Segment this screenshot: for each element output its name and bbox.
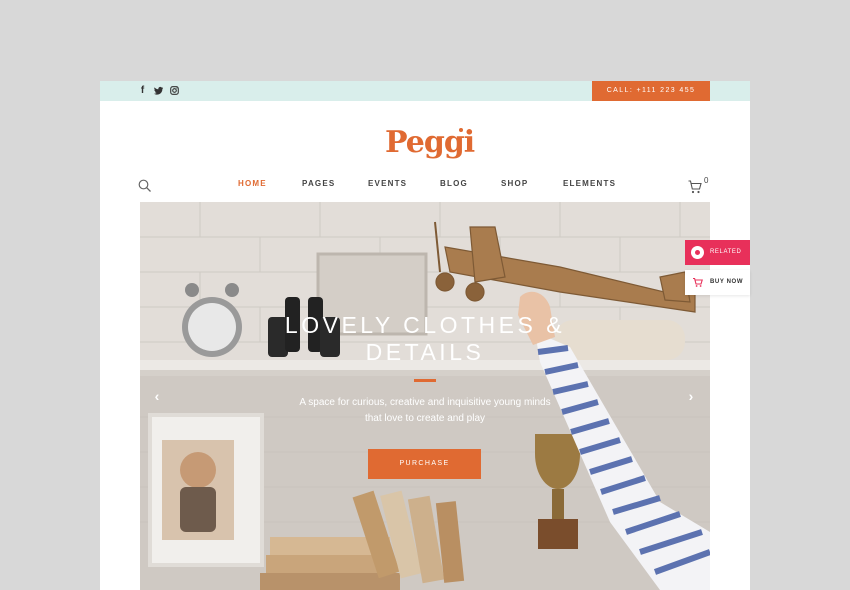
buy-now-label: BUY NOW: [710, 279, 744, 285]
related-button[interactable]: RELATED: [685, 240, 750, 265]
nav-elements[interactable]: ELEMENTS: [563, 179, 616, 188]
nav-shop[interactable]: SHOP: [501, 179, 528, 188]
cart-count: 0: [704, 176, 709, 185]
buy-now-button[interactable]: BUY NOW: [685, 270, 750, 295]
prev-slide-arrow-icon[interactable]: ‹: [152, 389, 162, 403]
top-bar: f CALL: +111 223 455: [100, 81, 750, 101]
logo[interactable]: Peggi: [385, 123, 475, 163]
nav-blog[interactable]: BLOG: [440, 179, 468, 188]
social-links: f: [138, 84, 179, 97]
nav-pages[interactable]: PAGES: [302, 179, 335, 188]
hero-slider: LOVELY CLOTHES & DETAILS A space for cur…: [140, 202, 710, 590]
cart[interactable]: 0: [688, 176, 712, 194]
hero-divider: [414, 379, 436, 382]
hero-title: LOVELY CLOTHES & DETAILS: [284, 312, 566, 365]
related-label: RELATED: [710, 249, 742, 255]
facebook-icon[interactable]: f: [138, 84, 147, 97]
related-icon: [691, 246, 704, 259]
cart-icon: [688, 180, 702, 194]
purchase-button[interactable]: PURCHASE: [368, 449, 481, 479]
next-slide-arrow-icon[interactable]: ›: [686, 389, 696, 403]
cart-icon: [693, 278, 703, 287]
nav-events[interactable]: EVENTS: [368, 179, 407, 188]
instagram-icon[interactable]: [170, 84, 179, 97]
twitter-icon[interactable]: [154, 84, 163, 97]
nav-home[interactable]: HOME: [238, 179, 267, 188]
hero-subtitle: A space for curious, creative and inquis…: [299, 397, 551, 424]
call-button[interactable]: CALL: +111 223 455: [592, 81, 710, 101]
main-nav: HOME PAGES EVENTS BLOG SHOP ELEMENTS: [100, 179, 750, 191]
page: f CALL: +111 223 455 Peggi HOME PAGES EV…: [100, 81, 750, 590]
logo-dot: [459, 128, 463, 132]
